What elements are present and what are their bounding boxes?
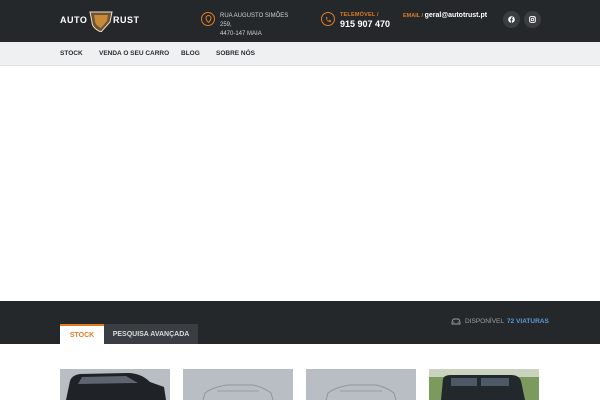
car-icon	[451, 318, 461, 325]
listing-card-image-1[interactable]	[60, 369, 170, 400]
listing-card-image-4[interactable]	[429, 369, 539, 400]
email-label: EMAIL	[403, 13, 421, 19]
instagram-icon[interactable]	[524, 11, 541, 28]
phone-label-sep: /	[375, 12, 379, 18]
main-nav: STOCK VENDA O SEU CARRO BLOG SOBRE NÓS	[0, 42, 600, 66]
facebook-icon[interactable]	[503, 11, 520, 28]
available-label: DISPONÍVEL	[465, 318, 505, 325]
tab-pesquisa-avancada[interactable]: PESQUISA AVANÇADA	[104, 324, 198, 344]
listing-card-image-2[interactable]	[183, 369, 293, 400]
logo-word-right: RUST	[113, 15, 140, 25]
car-placeholder-icon	[325, 384, 397, 400]
logo-word-left: AUTO	[60, 15, 88, 25]
available-count[interactable]: 72 VIATURAS	[507, 318, 549, 325]
phone-label: TELEMÓVEL	[340, 12, 376, 18]
shield-logo-icon	[89, 11, 113, 32]
address-block: RUA AUGUSTO SIMÕES 259, 4470-147 MAIA	[201, 12, 300, 39]
tab-stock[interactable]: STOCK	[60, 324, 104, 344]
nav-item-blog[interactable]: BLOG	[181, 50, 200, 57]
address-line-2: 4470-147 MAIA	[220, 31, 262, 37]
nav-item-venda-o-seu-carro[interactable]: VENDA O SEU CARRO	[99, 50, 169, 57]
availability-counter: DISPONÍVEL 72 VIATURAS	[451, 318, 549, 325]
car-photo-offroad	[429, 369, 539, 400]
nav-item-stock[interactable]: STOCK	[60, 50, 83, 57]
car-placeholder-icon	[202, 384, 274, 400]
phone-number[interactable]: 915 907 470	[340, 19, 390, 29]
autotrust-logo[interactable]: AUTO RUST	[60, 10, 148, 32]
listing-card-image-3[interactable]	[306, 369, 416, 400]
email-block: EMAIL / geral@autotrust.pt	[403, 12, 487, 19]
top-header: AUTO RUST RUA AUGUSTO SIMÕES 259, 4470-1…	[0, 0, 600, 42]
nav-item-sobre-nos[interactable]: SOBRE NÓS	[216, 50, 255, 57]
location-pin-icon	[201, 12, 215, 26]
address-line-1: RUA AUGUSTO SIMÕES 259,	[220, 13, 289, 28]
phone-block: TELEMÓVEL / 915 907 470	[321, 12, 390, 29]
email-link[interactable]: geral@autotrust.pt	[425, 12, 487, 19]
phone-icon	[321, 12, 335, 26]
car-photo-dark-suv	[60, 369, 170, 400]
